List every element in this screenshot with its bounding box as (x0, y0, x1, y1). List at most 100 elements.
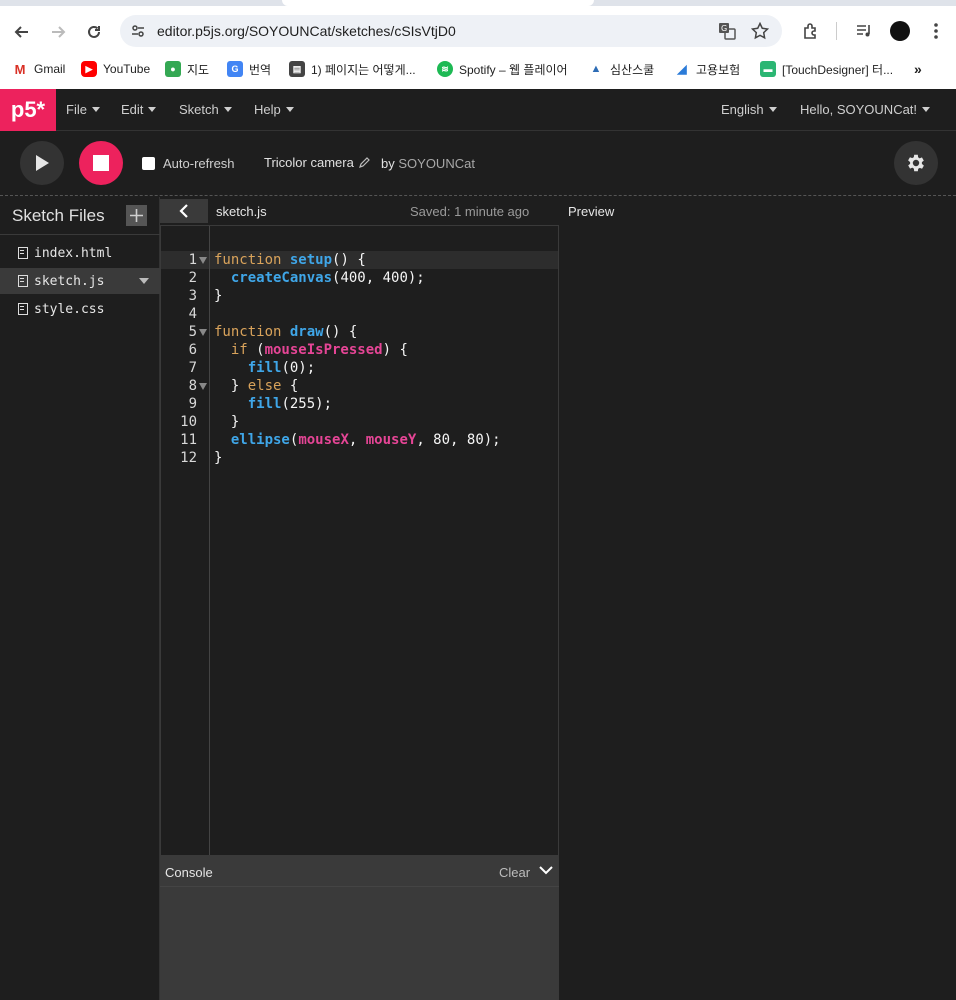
profile-avatar[interactable] (887, 18, 913, 44)
fold-toggle-icon[interactable] (199, 329, 207, 336)
code-line[interactable]: function draw() { (214, 323, 357, 341)
arrow-left-icon (14, 26, 28, 38)
bookmark-insurance[interactable]: ◢ 고용보험 (674, 59, 740, 79)
code-line[interactable]: createCanvas(400, 400); (214, 269, 425, 287)
bookmark-spotify[interactable]: ≋ Spotify – 웹 플레이어 (437, 59, 568, 79)
menu-help[interactable]: Help (254, 102, 294, 117)
auto-refresh-label: Auto-refresh (163, 156, 235, 171)
bookmark-translate[interactable]: G 번역 (227, 59, 271, 79)
line-number: 8 (188, 378, 197, 394)
file-options-icon[interactable] (139, 278, 149, 284)
bookmark-label: 고용보험 (696, 62, 741, 77)
bookmark-docs[interactable]: ▤ 1) 페이지는 어떻게... (289, 59, 416, 79)
bookmark-simsan[interactable]: ▲ 심산스쿨 (588, 59, 654, 79)
code-line[interactable]: } (214, 413, 239, 431)
language-label: English (721, 102, 764, 117)
bookmarks-bar: M Gmail ▶ YouTube ● 지도 G 번역 ▤ 1) 페이지는 어떻… (0, 56, 956, 82)
bookmarks-overflow-icon[interactable]: » (914, 59, 922, 79)
bookmark-label: [TouchDesigner] 터... (782, 62, 894, 77)
browser-menu-icon[interactable] (923, 18, 949, 44)
active-tab[interactable] (282, 0, 594, 6)
code-line[interactable]: function setup() { (214, 251, 366, 269)
editor-filename: sketch.js (216, 204, 267, 219)
address-bar[interactable]: editor.p5js.org/SOYOUNCat/sketches/cSIsV… (120, 15, 782, 47)
file-icon (18, 275, 28, 287)
menu-sketch[interactable]: Sketch (179, 102, 232, 117)
plus-icon (130, 209, 143, 222)
play-button[interactable] (20, 141, 64, 185)
chevron-down-icon (223, 107, 232, 112)
code-line[interactable]: if (mouseIsPressed) { (214, 341, 408, 359)
preview-title: Preview (568, 204, 615, 219)
file-index-html[interactable]: index.html (0, 240, 160, 266)
line-number: 2 (188, 270, 197, 286)
pencil-icon[interactable] (358, 157, 370, 168)
line-number: 3 (188, 288, 197, 304)
translate-page-icon[interactable]: G (717, 21, 737, 41)
file-style-css[interactable]: style.css (0, 296, 160, 322)
menu-file[interactable]: File (66, 102, 100, 117)
chevron-down-icon (91, 107, 100, 112)
p5-logo[interactable]: p5* (0, 89, 56, 131)
bookmark-maps[interactable]: ● 지도 (165, 59, 209, 79)
file-sketch-js[interactable]: sketch.js (0, 268, 160, 294)
bookmark-label: 1) 페이지는 어떻게... (311, 62, 416, 77)
collapse-sidebar-button[interactable] (160, 199, 208, 223)
author-link[interactable]: SOYOUNCat (398, 156, 475, 171)
media-control-icon[interactable] (851, 18, 877, 44)
translate-icon: G (227, 61, 243, 77)
bookmark-touchdesigner[interactable]: ▬ [TouchDesigner] 터... (760, 59, 893, 79)
bookmark-label: YouTube (103, 62, 151, 76)
forward-button[interactable] (44, 18, 72, 46)
back-button[interactable] (8, 18, 36, 46)
line-number: 11 (180, 432, 197, 448)
svg-text:G: G (721, 24, 727, 33)
code-editor[interactable]: 1 2 3 4 5 6 7 8 9 10 11 12 function setu… (160, 225, 559, 856)
reload-button[interactable] (80, 18, 108, 46)
console-output[interactable] (160, 886, 559, 1000)
code-line[interactable]: ellipse(mouseX, mouseY, 80, 80); (214, 431, 501, 449)
divider (0, 234, 160, 235)
code-line[interactable]: fill(255); (214, 395, 332, 413)
sidebar-title: Sketch Files (12, 206, 105, 225)
code-line[interactable]: } (214, 449, 222, 467)
language-selector[interactable]: English (721, 102, 777, 117)
menu-edit[interactable]: Edit (121, 102, 157, 117)
arrow-right-icon (52, 26, 66, 38)
code-line[interactable]: } (214, 287, 222, 305)
add-file-button[interactable] (126, 205, 147, 226)
chevron-down-icon[interactable] (539, 865, 553, 875)
docs-icon: ▤ (289, 61, 305, 77)
auto-refresh-checkbox[interactable] (142, 157, 155, 170)
file-name: style.css (34, 301, 105, 317)
line-number: 6 (188, 342, 197, 358)
sketch-name[interactable]: Tricolor camera (264, 155, 370, 170)
bookmark-label: Gmail (34, 62, 66, 76)
line-number: 1 (188, 252, 197, 268)
bookmark-youtube[interactable]: ▶ YouTube (81, 59, 150, 79)
code-line[interactable]: fill(0); (214, 359, 315, 377)
sketch-name-text: Tricolor camera (264, 155, 354, 170)
code-line[interactable]: } else { (214, 377, 298, 395)
line-number: 10 (180, 414, 197, 430)
sketch-files-sidebar: Sketch Files index.html sketch.js style.… (0, 197, 160, 1000)
gear-icon (908, 154, 924, 172)
fold-toggle-icon[interactable] (199, 257, 207, 264)
bookmark-star-icon[interactable] (750, 21, 770, 41)
site-info-icon[interactable] (128, 21, 148, 41)
url-text[interactable]: editor.p5js.org/SOYOUNCat/sketches/cSIsV… (157, 23, 456, 39)
sketch-byline: by SOYOUNCat (381, 156, 475, 171)
browser-chrome: editor.p5js.org/SOYOUNCat/sketches/cSIsV… (0, 0, 956, 89)
console-clear-button[interactable]: Clear (499, 865, 530, 880)
extensions-icon[interactable] (798, 18, 824, 44)
fold-toggle-icon[interactable] (199, 383, 207, 390)
auto-refresh-toggle[interactable]: Auto-refresh (142, 156, 235, 171)
stop-button[interactable] (79, 141, 123, 185)
bookmark-gmail[interactable]: M Gmail (12, 59, 65, 79)
simsan-icon: ▲ (588, 61, 604, 77)
user-menu[interactable]: Hello, SOYOUNCat! (800, 102, 931, 117)
settings-button[interactable] (894, 141, 938, 185)
line-number: 7 (188, 360, 197, 376)
file-name: index.html (34, 245, 113, 261)
menu-label: Edit (121, 102, 144, 117)
